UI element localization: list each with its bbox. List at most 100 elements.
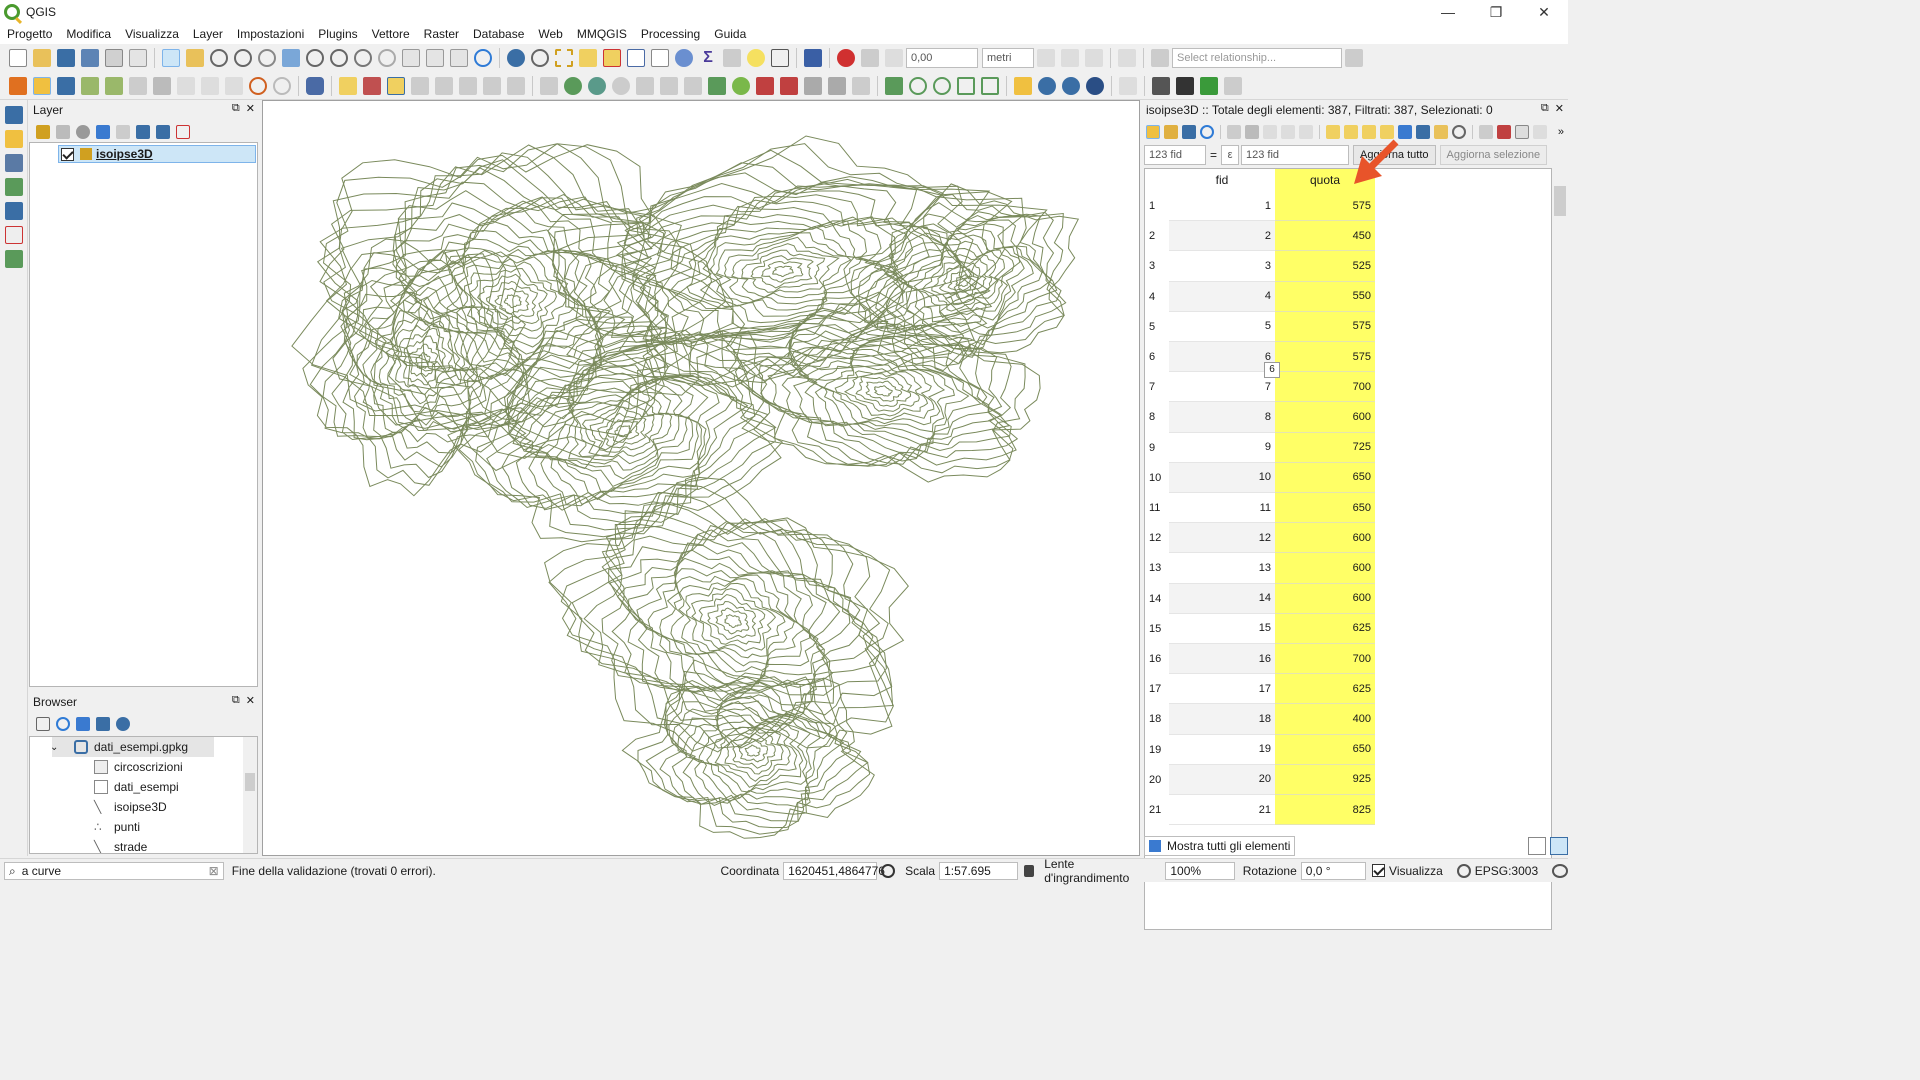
expression-builder-button[interactable]: ε [1221, 145, 1240, 165]
browser-item[interactable]: dati_esempi [94, 777, 179, 797]
row-header[interactable]: 9 [1145, 433, 1169, 463]
database-icon[interactable] [306, 76, 324, 95]
simplify-icon[interactable] [636, 76, 654, 95]
menu-database[interactable]: Database [466, 24, 531, 44]
menu-processing[interactable]: Processing [634, 24, 707, 44]
menu-raster[interactable]: Raster [417, 24, 466, 44]
current-edits-icon[interactable] [9, 76, 27, 95]
print-layout-icon[interactable] [105, 49, 123, 67]
cell-fid[interactable]: 5 [1169, 312, 1275, 342]
identify-icon[interactable] [507, 49, 525, 67]
snapping-mode-icon[interactable] [861, 49, 879, 67]
manage-visibility-icon[interactable] [76, 125, 90, 139]
units-select[interactable]: metri [982, 48, 1034, 68]
chevron-down-icon[interactable]: ⌄ [50, 742, 58, 753]
label-icon[interactable] [339, 76, 357, 95]
cell-quota[interactable]: 600 [1275, 583, 1375, 614]
help-icon[interactable] [804, 49, 822, 67]
attribute-scrollbar[interactable] [1552, 168, 1566, 930]
add-ellipse-icon[interactable] [933, 76, 951, 95]
add-delimited-text-icon[interactable] [5, 154, 23, 172]
lock-scale-icon[interactable] [1024, 864, 1035, 877]
globe-icon[interactable] [1038, 76, 1056, 95]
filter-legend-icon[interactable] [96, 125, 110, 139]
cell-fid[interactable]: 1 [1169, 191, 1275, 222]
deselect-icon[interactable] [603, 49, 621, 67]
snapping-magnet-icon[interactable] [837, 49, 855, 67]
cut-features-icon[interactable] [177, 76, 195, 95]
add-ring-icon[interactable] [564, 76, 582, 95]
green-plugin-icon[interactable] [1200, 76, 1218, 95]
globe-3-icon[interactable] [1086, 76, 1104, 95]
add-selected-icon[interactable] [36, 717, 50, 731]
save-edits-icon[interactable] [57, 76, 75, 95]
rotate-point-icon[interactable] [852, 76, 870, 95]
change-label-icon[interactable] [507, 76, 525, 95]
cell-fid[interactable]: 10 [1169, 462, 1275, 493]
pan-to-selection-icon[interactable] [186, 49, 204, 67]
cell-quota[interactable]: 575 [1275, 191, 1375, 222]
magnifier-field[interactable]: 100% [1165, 861, 1235, 880]
row-header[interactable]: 8 [1145, 402, 1169, 432]
layer-visibility-checkbox[interactable] [61, 147, 74, 161]
cell-fid[interactable]: 7 [1169, 372, 1275, 403]
crs-icon[interactable] [1456, 863, 1471, 878]
advanced-digitizing-icon[interactable] [540, 76, 558, 95]
maximize-button[interactable]: ❐ [1472, 0, 1520, 24]
merge-features-icon[interactable] [804, 76, 822, 95]
cell-fid[interactable]: 21 [1169, 795, 1275, 826]
delete-part-icon[interactable] [684, 76, 702, 95]
filter-expression-icon[interactable] [116, 125, 130, 139]
open-attribute-table-icon[interactable] [627, 49, 645, 67]
vertex-tool-icon[interactable] [105, 76, 123, 95]
cut-icon[interactable] [1263, 125, 1277, 139]
close-panel-icon[interactable]: ✕ [246, 102, 255, 115]
new-map-view-icon[interactable] [402, 49, 420, 67]
offset-curve-icon[interactable] [732, 76, 750, 95]
crosshair-icon[interactable] [5, 226, 23, 244]
paste-features-icon[interactable] [225, 76, 243, 95]
row-header[interactable]: 18 [1145, 704, 1169, 734]
geometry-checker-icon[interactable] [1014, 76, 1032, 95]
cell-quota[interactable]: 600 [1275, 402, 1375, 433]
render-checkbox[interactable] [1372, 864, 1386, 877]
delete-field-icon[interactable] [1497, 125, 1511, 139]
digitize-relationship-icon[interactable] [1345, 49, 1363, 67]
menu-vettore[interactable]: Vettore [365, 24, 417, 44]
toggle-edit-icon[interactable] [1146, 125, 1160, 139]
paste-icon[interactable] [1299, 125, 1313, 139]
split-features-icon[interactable] [756, 76, 774, 95]
actions-icon[interactable] [531, 49, 549, 67]
menu-impostazioni[interactable]: Impostazioni [230, 24, 311, 44]
refresh-icon[interactable] [474, 49, 492, 67]
row-header[interactable]: 19 [1145, 735, 1169, 765]
cell-quota[interactable]: 625 [1275, 613, 1375, 644]
row-header[interactable]: 3 [1145, 251, 1169, 281]
pan-hand-icon[interactable] [162, 49, 180, 67]
row-header[interactable]: 13 [1145, 553, 1169, 583]
delete-selected-icon[interactable] [153, 76, 171, 95]
move-to-top-icon[interactable] [1416, 125, 1430, 139]
layout-plugin-icon[interactable] [1224, 76, 1242, 95]
column-header-fid[interactable]: fid [1169, 169, 1275, 191]
cell-quota[interactable]: 400 [1275, 704, 1375, 735]
add-regular-polygon-icon[interactable] [981, 76, 999, 95]
filter-browser-icon[interactable] [76, 717, 90, 731]
float-panel-icon[interactable]: ⧉ [232, 102, 240, 115]
row-header[interactable]: 21 [1145, 795, 1169, 825]
toggle-editing-icon[interactable] [33, 76, 51, 95]
reload-icon[interactable] [1200, 125, 1214, 139]
pan-to-selected-icon[interactable] [1434, 125, 1448, 139]
cell-fid[interactable]: 3 [1169, 251, 1275, 282]
row-header[interactable]: 15 [1145, 614, 1169, 644]
close-button[interactable]: ✕ [1520, 0, 1568, 24]
cell-fid[interactable]: 12 [1169, 523, 1275, 554]
cell-fid[interactable]: 15 [1169, 614, 1275, 644]
cell-quota[interactable]: 450 [1275, 221, 1375, 252]
gps-tool-icon[interactable] [5, 250, 23, 268]
collapse-all-icon[interactable] [156, 125, 170, 139]
redo-icon[interactable] [273, 76, 291, 95]
highlight-labels-icon[interactable] [435, 76, 453, 95]
cell-fid[interactable]: 2 [1169, 221, 1275, 252]
coordinate-field[interactable]: 1620451,4864776 [783, 861, 885, 880]
